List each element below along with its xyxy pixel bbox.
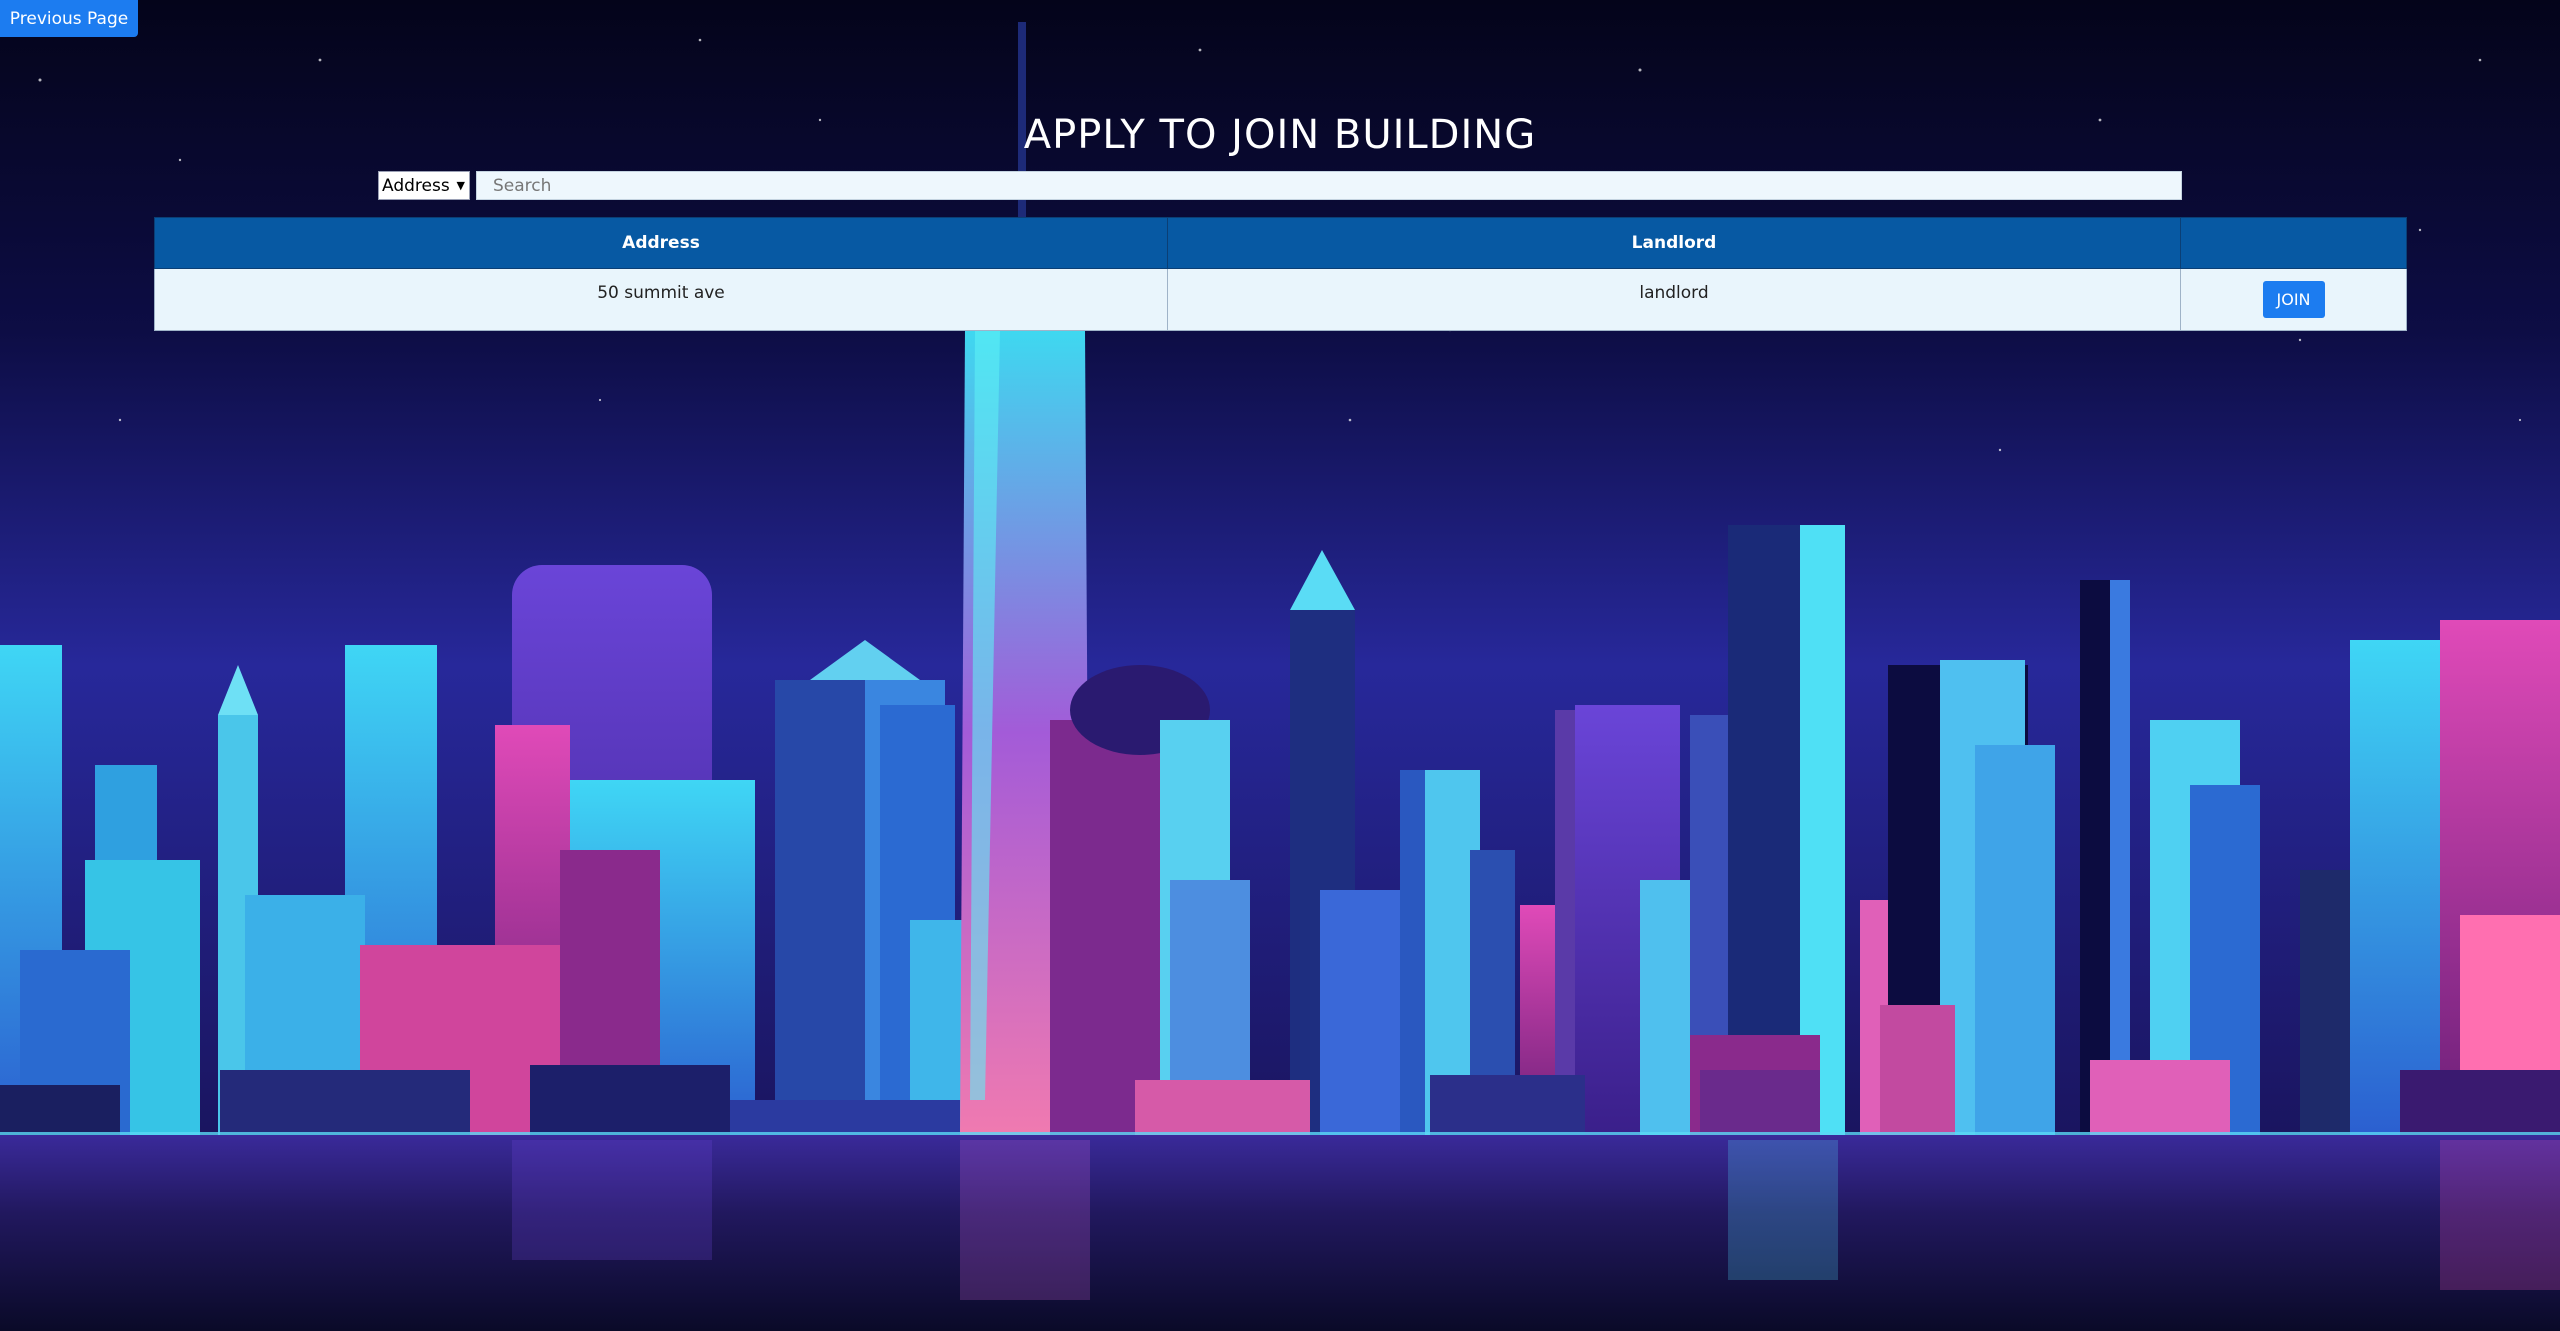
join-button[interactable]: JOIN [2262, 281, 2325, 318]
buildings-table: Address Landlord 50 summit ave landlord … [154, 217, 2407, 331]
landlord-text: landlord [1639, 283, 1709, 303]
landlord-cell: landlord [1167, 268, 2181, 331]
column-header-action [2180, 217, 2407, 269]
search-input[interactable] [476, 171, 2182, 200]
table-header-row: Address Landlord [154, 217, 2407, 269]
search-filter-select[interactable]: Address ▼ [378, 171, 470, 200]
previous-page-button[interactable]: Previous Page [0, 0, 138, 37]
action-cell: JOIN [2180, 268, 2407, 331]
chevron-down-icon: ▼ [456, 179, 465, 192]
address-cell: 50 summit ave [154, 268, 1168, 331]
page-title: APPLY TO JOIN BUILDING [1023, 112, 1537, 158]
address-text: 50 summit ave [597, 283, 725, 303]
search-bar: Address ▼ [378, 171, 2182, 201]
table-row: 50 summit ave landlord JOIN [154, 268, 2407, 331]
column-header-address: Address [154, 217, 1168, 269]
column-header-landlord: Landlord [1167, 217, 2181, 269]
search-filter-selected-label: Address [382, 175, 450, 196]
